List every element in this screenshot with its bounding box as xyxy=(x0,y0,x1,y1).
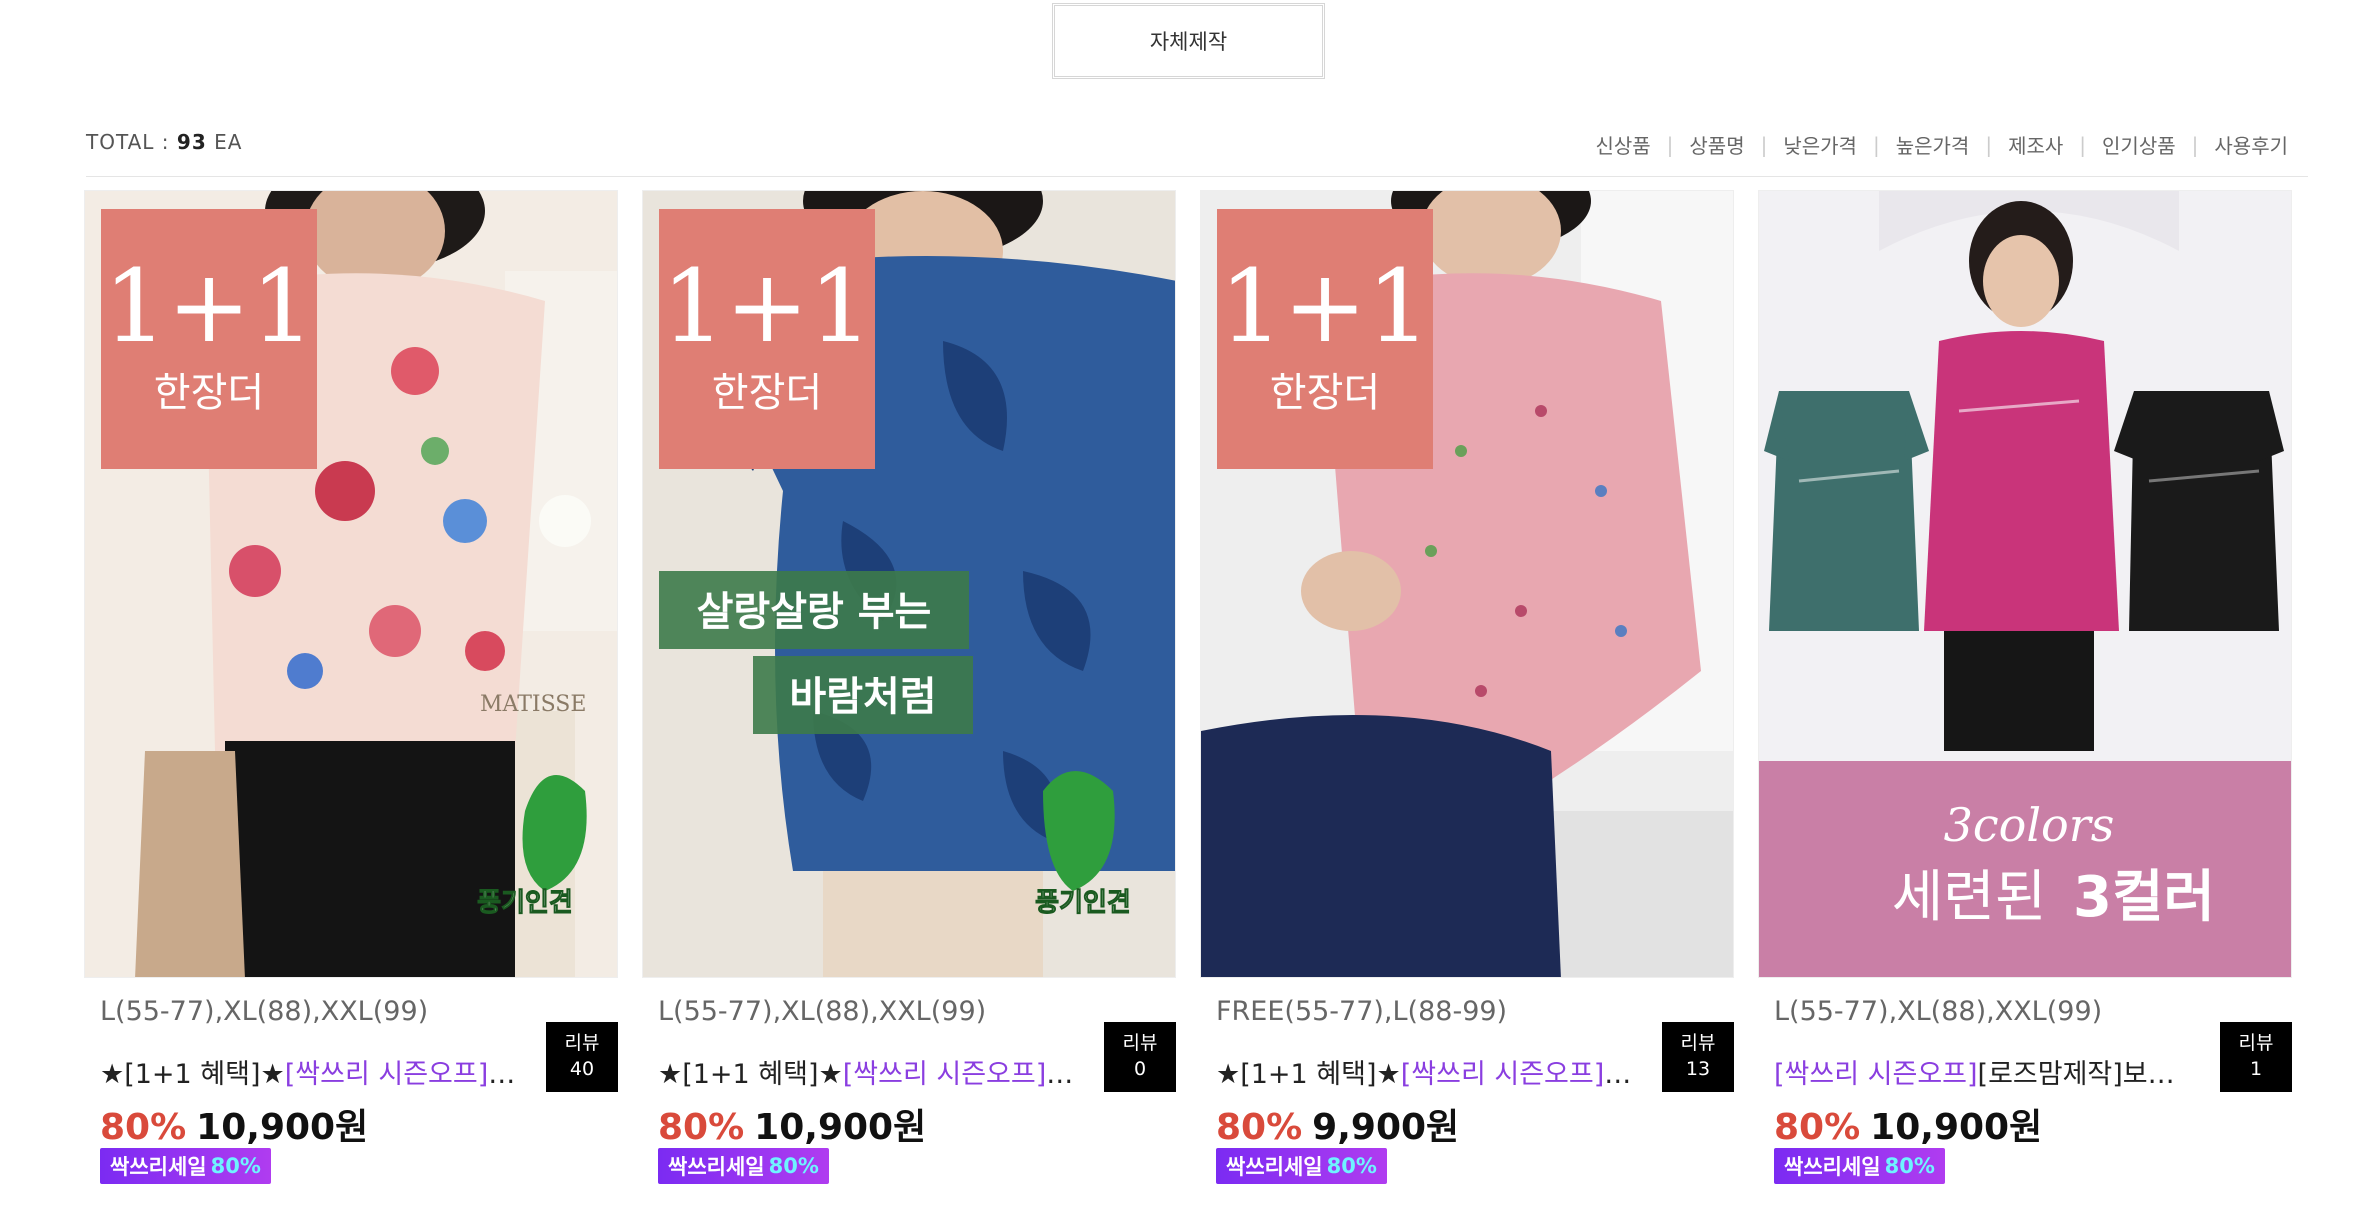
discount-rate: 80% xyxy=(1216,1107,1303,1148)
category-tab-label: 자체제작 xyxy=(1149,30,1228,54)
sort-name[interactable]: 상품명 xyxy=(1689,130,1744,159)
sort-popular[interactable]: 인기상품 xyxy=(2102,130,2176,159)
product-price: 80% 10,900원 xyxy=(658,1098,926,1150)
product-card: 1+1 한장더 FREE(55-77),L(88-99) 리뷰 13 ★[1+1… xyxy=(1200,190,1734,1190)
product-photo: MATISSE 1+1 한장더 풍기인견 xyxy=(85,191,617,977)
product-options: FREE(55-77),L(88-99) xyxy=(1216,996,1508,1027)
review-count: 1 xyxy=(2249,1058,2263,1080)
product-options: L(55-77),XL(88),XXL(99) xyxy=(658,996,987,1027)
svg-text:풍기인견: 풍기인견 xyxy=(1035,888,1131,918)
list-toolbar: TOTAL : 93 EA 신상품 | 상품명 | 낮은가격 | 높은가격 | … xyxy=(86,118,2308,178)
sort-separator: | xyxy=(1760,132,1768,157)
sort-maker[interactable]: 제조사 xyxy=(2008,130,2063,159)
product-options: L(55-77),XL(88),XXL(99) xyxy=(100,996,429,1027)
discount-rate: 80% xyxy=(658,1107,745,1148)
price-amount: 10,900원 xyxy=(754,1107,927,1148)
product-card: MATISSE 1+1 한장더 풍기인견 L(55-77),XL(88),XXL… xyxy=(84,190,618,1190)
product-name-highlight: [싹쓰리 시즌오프] xyxy=(284,1059,489,1090)
sort-separator: | xyxy=(1666,132,1674,157)
promo-badge: 싹쓰리세일 80% xyxy=(658,1148,829,1184)
category-tab-self-made[interactable]: 자체제작 xyxy=(1052,3,1325,79)
promo-badge: 싹쓰리세일 80% xyxy=(100,1148,271,1184)
product-options: L(55-77),XL(88),XXL(99) xyxy=(1774,996,2103,1027)
product-name-highlight: [싹쓰리 시즌오프] xyxy=(1774,1059,1978,1090)
toolbar-divider xyxy=(86,176,2308,177)
product-image[interactable]: 3colors 세련된 3컬러 xyxy=(1758,190,2292,978)
sort-low-price[interactable]: 낮은가격 xyxy=(1783,130,1857,159)
svg-text:세련된: 세련된 xyxy=(1892,865,2047,930)
review-count: 40 xyxy=(569,1058,595,1080)
sort-separator: | xyxy=(1872,132,1880,157)
price-amount: 10,900원 xyxy=(1870,1107,2043,1148)
product-photo: 3colors 세련된 3컬러 xyxy=(1759,191,2291,977)
product-price: 80% 10,900원 xyxy=(100,1098,368,1150)
product-card: 3colors 세련된 3컬러 L(55-77),XL(88),XXL(99) … xyxy=(1758,190,2292,1190)
sort-separator: | xyxy=(2191,132,2199,157)
product-name[interactable]: ★[1+1 혜택]★[싹쓰리 시즌오프][… xyxy=(658,1052,1078,1091)
sort-separator: | xyxy=(1985,132,1993,157)
review-count: 0 xyxy=(1133,1058,1147,1080)
review-box[interactable]: 리뷰 1 xyxy=(2220,1022,2292,1092)
svg-text:3colors: 3colors xyxy=(1944,798,2115,852)
product-image[interactable]: 1+1 한장더 xyxy=(1200,190,1734,978)
sort-high-price[interactable]: 높은가격 xyxy=(1896,130,1970,159)
svg-text:바람처럼: 바람처럼 xyxy=(789,674,936,720)
total-count: TOTAL : 93 EA xyxy=(86,130,243,154)
review-box[interactable]: 리뷰 13 xyxy=(1662,1022,1734,1092)
discount-rate: 80% xyxy=(1774,1107,1861,1148)
promo-badge: 싹쓰리세일 80% xyxy=(1216,1148,1387,1184)
review-count: 13 xyxy=(1685,1058,1711,1080)
product-name-highlight: [싹쓰리 시즌오프] xyxy=(842,1059,1047,1090)
svg-text:3컬러: 3컬러 xyxy=(2073,865,2215,930)
product-card: 1+1 한장더 살랑살랑 부는 바람처럼 풍기인견 L(55-77),XL(88… xyxy=(642,190,1176,1190)
sort-separator: | xyxy=(2079,132,2087,157)
svg-text:1+1: 1+1 xyxy=(1219,248,1430,365)
product-name[interactable]: ★[1+1 혜택]★[싹쓰리 시즌오프][… xyxy=(100,1052,520,1091)
svg-text:풍기인견: 풍기인견 xyxy=(477,888,573,918)
review-label: 리뷰 xyxy=(564,1032,600,1055)
sort-reviews[interactable]: 사용후기 xyxy=(2214,130,2288,159)
product-price: 80% 10,900원 xyxy=(1774,1098,2042,1150)
review-box[interactable]: 리뷰 40 xyxy=(546,1022,618,1092)
product-name[interactable]: [싹쓰리 시즌오프][로즈맘제작]보한… xyxy=(1774,1052,2194,1091)
total-count-value: 93 xyxy=(176,130,207,154)
svg-text:1+1: 1+1 xyxy=(103,248,314,365)
product-grid: MATISSE 1+1 한장더 풍기인견 L(55-77),XL(88),XXL… xyxy=(84,190,2294,1210)
sort-options: 신상품 | 상품명 | 낮은가격 | 높은가격 | 제조사 | 인기상품 | 사… xyxy=(1595,130,2288,159)
promo-badge: 싹쓰리세일 80% xyxy=(1774,1148,1945,1184)
review-label: 리뷰 xyxy=(1680,1032,1716,1055)
review-box[interactable]: 리뷰 0 xyxy=(1104,1022,1176,1092)
review-label: 리뷰 xyxy=(2238,1032,2274,1055)
product-name[interactable]: ★[1+1 혜택]★[싹쓰리 시즌오프][… xyxy=(1216,1052,1636,1091)
sign-text: MATISSE xyxy=(480,692,586,717)
price-amount: 10,900원 xyxy=(196,1107,369,1148)
product-image[interactable]: MATISSE 1+1 한장더 풍기인견 xyxy=(84,190,618,978)
product-photo: 1+1 한장더 살랑살랑 부는 바람처럼 풍기인견 xyxy=(643,191,1175,977)
product-image[interactable]: 1+1 한장더 살랑살랑 부는 바람처럼 풍기인견 xyxy=(642,190,1176,978)
svg-text:한장더: 한장더 xyxy=(1270,370,1380,416)
product-name-highlight: [싹쓰리 시즌오프] xyxy=(1400,1059,1605,1090)
sort-new[interactable]: 신상품 xyxy=(1595,130,1650,159)
svg-text:한장더: 한장더 xyxy=(154,370,264,416)
discount-rate: 80% xyxy=(100,1107,187,1148)
svg-text:한장더: 한장더 xyxy=(712,370,822,416)
price-amount: 9,900원 xyxy=(1312,1107,1460,1148)
product-price: 80% 9,900원 xyxy=(1216,1098,1459,1150)
svg-text:1+1: 1+1 xyxy=(661,248,872,365)
svg-text:살랑살랑 부는: 살랑살랑 부는 xyxy=(697,589,932,635)
product-photo: 1+1 한장더 xyxy=(1201,191,1733,977)
review-label: 리뷰 xyxy=(1122,1032,1158,1055)
